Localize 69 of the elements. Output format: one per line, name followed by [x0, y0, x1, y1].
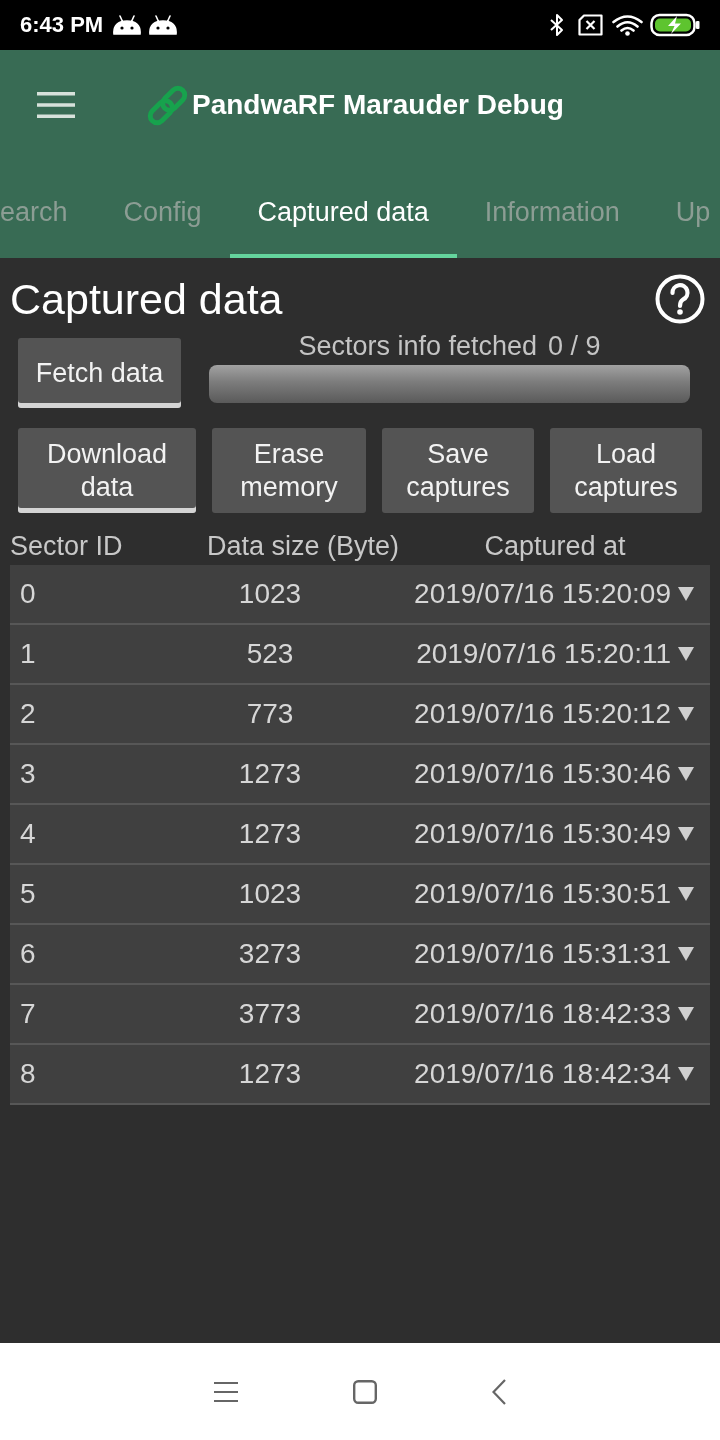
table-cell: 2019/07/16 15:20:09 [414, 578, 671, 610]
table-cell-text: 5 [20, 878, 37, 910]
table-cell: 1273 [238, 758, 302, 790]
menu-icon[interactable] [37, 92, 75, 118]
table-cell: 1273 [238, 1058, 302, 1090]
table-row[interactable]: 8 1273 2019/07/16 18:42:34 [10, 1045, 710, 1105]
caret-icon[interactable] [678, 647, 694, 661]
help-icon[interactable] [655, 274, 705, 324]
table-row[interactable]: 7 3773 2019/07/16 18:42:33 [10, 985, 710, 1045]
back-icon[interactable] [492, 1378, 506, 1405]
column-header: Sector ID [10, 531, 124, 562]
action-button[interactable]: Erase memory [212, 428, 366, 513]
table-cell: 2019/07/16 15:30:49 [414, 818, 671, 850]
table-row[interactable]: 1 523 2019/07/16 15:20:11 [10, 625, 710, 685]
bluetooth-icon [549, 13, 565, 37]
caret-icon[interactable] [678, 947, 694, 961]
page-title: Captured data [10, 274, 283, 324]
progress-label: Sectors info fetched [298, 333, 538, 359]
table-row[interactable]: 5 1023 2019/07/16 15:30:51 [10, 865, 710, 925]
table-cell-text: 7 [20, 998, 37, 1030]
caret-icon[interactable] [678, 887, 694, 901]
action-button[interactable]: Save captures [382, 428, 534, 513]
table-cell: 3773 [238, 998, 302, 1030]
caret-icon[interactable] [678, 827, 694, 841]
progress-count: 0 / 9 [548, 333, 601, 359]
fetch-data-button[interactable]: Fetch data [18, 338, 181, 408]
table-cell: 1023 [238, 878, 302, 910]
app-title: PandwaRF Marauder Debug [192, 89, 564, 121]
table-row[interactable]: 0 1023 2019/07/16 15:20:09 [10, 565, 710, 625]
caret-icon[interactable] [678, 767, 694, 781]
home-icon[interactable] [353, 1379, 377, 1404]
android-icon [113, 15, 142, 35]
column-header: Captured at [483, 531, 627, 562]
status-time: 6:43 PM [20, 12, 104, 38]
column-header: Data size (Byte) [205, 531, 401, 562]
table-cell: 3273 [238, 938, 302, 970]
table-cell-text: 4 [20, 818, 37, 850]
table-row[interactable]: 4 1273 2019/07/16 15:30:49 [10, 805, 710, 865]
table-cell: 2019/07/16 15:31:31 [414, 938, 671, 970]
table-cell: 773 [246, 698, 294, 730]
caret-icon[interactable] [678, 1067, 694, 1081]
table-row[interactable]: 2 773 2019/07/16 15:20:12 [10, 685, 710, 745]
table-cell: 2019/07/16 15:20:12 [414, 698, 671, 730]
android-icon [149, 15, 178, 35]
table-cell: 1023 [238, 578, 302, 610]
table-cell-text: 2 [20, 698, 37, 730]
no-sim-icon [578, 14, 603, 36]
action-button[interactable]: Load captures [550, 428, 702, 513]
table-cell: 2019/07/16 15:20:11 [416, 638, 671, 670]
table-cell-text: 8 [20, 1058, 37, 1090]
table-row[interactable]: 6 3273 2019/07/16 15:31:31 [10, 925, 710, 985]
table-cell: 2019/07/16 18:42:34 [414, 1058, 671, 1090]
table-cell-text: 6 [20, 938, 37, 970]
table-cell-text: 1 [20, 638, 37, 670]
caret-icon[interactable] [678, 707, 694, 721]
menu-icon[interactable] [214, 1381, 238, 1402]
action-button[interactable]: Download data [18, 428, 196, 513]
wifi-icon [612, 14, 643, 36]
table-cell: 2019/07/16 18:42:33 [414, 998, 671, 1030]
table-cell: 2019/07/16 15:30:46 [414, 758, 671, 790]
battery-charging-icon [650, 13, 700, 37]
table-cell: 2019/07/16 15:30:51 [414, 878, 671, 910]
table-cell: 1273 [238, 818, 302, 850]
table-cell-text: 0 [20, 578, 37, 610]
caret-icon[interactable] [678, 1007, 694, 1021]
caret-icon[interactable] [678, 587, 694, 601]
table-cell: 523 [246, 638, 294, 670]
table-row[interactable]: 3 1273 2019/07/16 15:30:46 [10, 745, 710, 805]
table-cell-text: 3 [20, 758, 37, 790]
